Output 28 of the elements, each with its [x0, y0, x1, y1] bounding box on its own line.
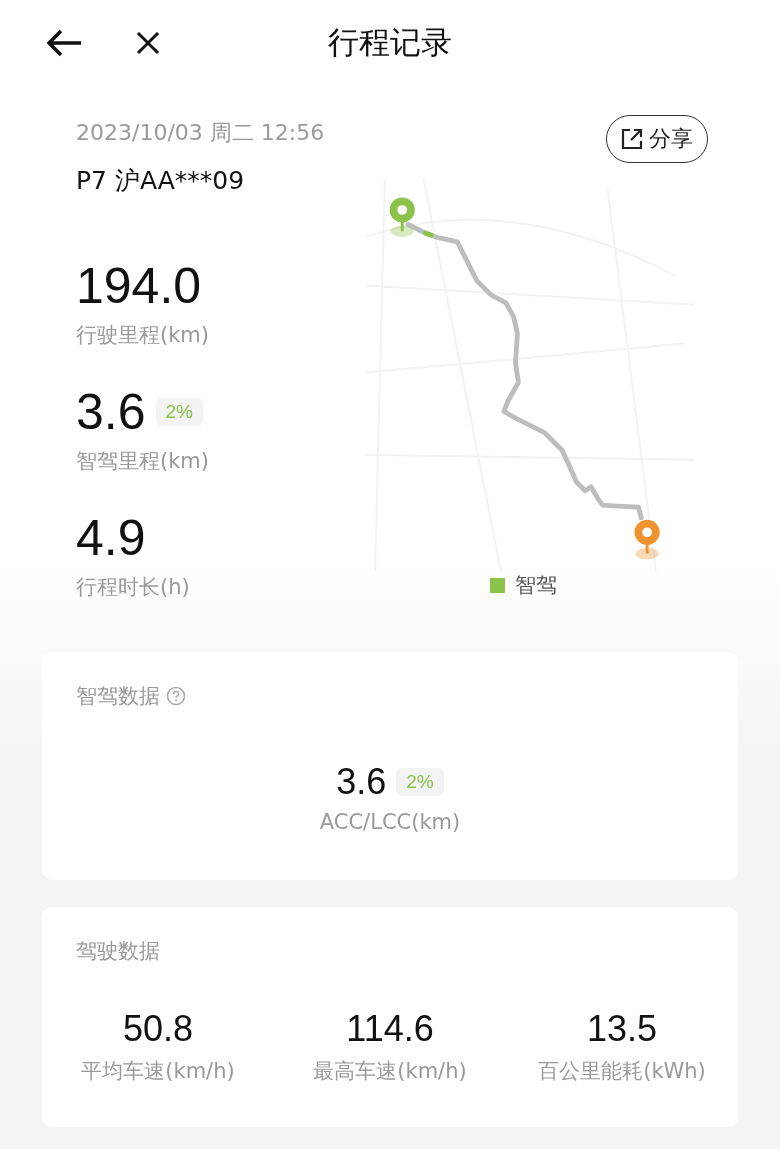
card-title: 智驾数据 — [76, 683, 160, 710]
start-pin — [389, 197, 415, 238]
percent-badge: 2% — [396, 768, 444, 796]
assist-label: ACC/LCC(km) — [319, 810, 461, 834]
percent-badge: 2% — [155, 398, 203, 426]
metric-label: 平均车速(km/h) — [81, 1058, 235, 1085]
stat-value: 3.6 — [76, 385, 146, 439]
assist-value: 3.6 — [336, 762, 387, 802]
metric-value: 114.6 — [346, 1009, 434, 1049]
end-pin — [634, 519, 660, 560]
trip-datetime: 2023/10/03 周二 12:56 — [76, 119, 326, 147]
legend-label: 智驾 — [515, 572, 557, 599]
stat-value: 4.9 — [76, 511, 146, 565]
stat-label: 智驾里程(km) — [76, 448, 210, 475]
metric-label: 百公里能耗(kWh) — [538, 1058, 706, 1085]
stat-value: 194.0 — [76, 259, 202, 313]
metric-value: 13.5 — [586, 1009, 658, 1049]
page-title: 行程记录 — [327, 22, 453, 62]
vehicle-plate: P7 沪AA***09 — [76, 165, 246, 197]
external-link-icon — [621, 128, 643, 150]
metric-label: 最高车速(km/h) — [313, 1058, 467, 1085]
back-arrow-icon — [45, 27, 83, 58]
share-button[interactable]: 分享 — [606, 115, 708, 163]
stat-label: 行驶里程(km) — [76, 322, 210, 349]
metric-value: 50.8 — [122, 1009, 194, 1049]
close-icon — [136, 30, 160, 55]
card-title: 驾驶数据 — [76, 938, 160, 965]
stat-label: 行程时长(h) — [76, 574, 191, 601]
